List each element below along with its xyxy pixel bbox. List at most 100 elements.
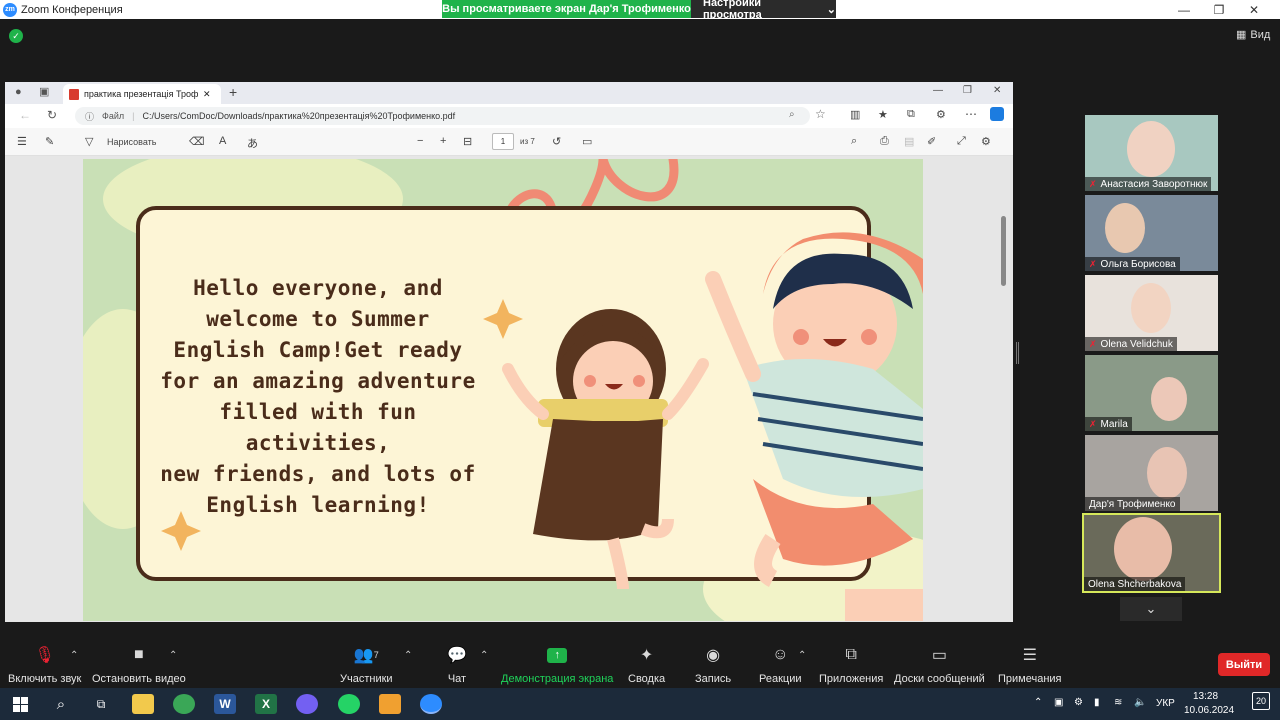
zoom-out-icon[interactable]: − xyxy=(417,135,423,147)
close-tab-icon[interactable]: ✕ xyxy=(203,89,211,100)
settings-icon[interactable]: ⚙ xyxy=(981,135,991,148)
zoom-in-icon[interactable]: + xyxy=(440,135,446,147)
browser-close-icon[interactable]: ✕ xyxy=(993,85,1001,96)
search-icon[interactable]: ⌕ xyxy=(851,135,857,148)
audio-options-caret[interactable]: ⌃ xyxy=(70,650,78,661)
page-number-input[interactable]: 1 xyxy=(492,133,514,150)
profile-icon[interactable]: ● xyxy=(15,86,22,98)
highlight-icon[interactable]: ✎ xyxy=(45,135,54,148)
video-options-caret[interactable]: ⌃ xyxy=(169,650,177,661)
browser-tab[interactable]: практика презентація Трофименко ✕ xyxy=(63,84,221,104)
view-button[interactable]: ▦ Вид xyxy=(1236,28,1270,42)
video-tile[interactable]: ✗ Ольга Борисова xyxy=(1085,195,1218,271)
viber-icon[interactable] xyxy=(296,694,318,714)
chat-button[interactable]: 💬 Чат xyxy=(447,644,467,685)
wifi-icon[interactable]: ≋ xyxy=(1114,697,1122,708)
tray-overflow-icon[interactable]: ⌃ xyxy=(1034,697,1042,708)
video-tile[interactable]: Дар'я Трофименко xyxy=(1085,435,1218,511)
minimize-button[interactable]: — xyxy=(1166,0,1202,19)
browser-minimize-icon[interactable]: — xyxy=(933,85,943,96)
share-screen-button[interactable]: ↑ Демонстрация экрана xyxy=(501,644,613,685)
browser-maximize-icon[interactable]: ❐ xyxy=(963,85,972,96)
task-view-icon[interactable]: ⧉ xyxy=(90,694,112,714)
back-icon[interactable]: ← xyxy=(19,108,31,122)
view-settings-dropdown[interactable]: Настройки просмотра ⌄ xyxy=(691,0,836,21)
participant-video xyxy=(1131,283,1171,333)
video-tile-active-speaker[interactable]: Olena Shcherbakova xyxy=(1082,513,1221,593)
eraser-icon[interactable]: ⌫ xyxy=(189,135,205,148)
copilot-icon[interactable] xyxy=(990,107,1004,121)
language-indicator[interactable]: УКР xyxy=(1156,698,1175,709)
contents-icon[interactable]: ☰ xyxy=(17,135,27,148)
close-button[interactable]: ✕ xyxy=(1236,0,1272,19)
collections-icon[interactable]: ⧉ xyxy=(907,108,915,121)
favorite-star-icon[interactable]: ☆ xyxy=(815,107,826,121)
apps-button[interactable]: ⧉ Приложения xyxy=(819,644,883,685)
draw-icon[interactable]: ▽ xyxy=(85,135,93,148)
apps-label: Приложения xyxy=(819,673,884,685)
whiteboards-button[interactable]: ▭ Доски сообщений xyxy=(894,644,985,685)
draw-label[interactable]: Нарисовать xyxy=(107,137,156,147)
clock-date[interactable]: 10.06.2024 xyxy=(1184,705,1234,716)
start-button-icon[interactable] xyxy=(9,694,31,714)
address-field[interactable]: ⓘ Файл | C:/Users/ComDoc/Downloads/практ… xyxy=(75,107,810,125)
new-tab-icon[interactable]: + xyxy=(229,84,237,100)
reactions-options-caret[interactable]: ⌃ xyxy=(798,650,806,661)
word-icon[interactable]: W xyxy=(214,694,236,714)
video-tile[interactable]: ✗ Анастасия Заворотнюк xyxy=(1085,115,1218,191)
record-button[interactable]: ◉ Запись xyxy=(695,644,731,685)
print-icon[interactable]: ⎙ xyxy=(880,135,889,148)
page-view-icon[interactable]: ▭ xyxy=(582,135,592,148)
zoom-search-icon[interactable]: ⌕ xyxy=(789,109,795,120)
tray-app-icon[interactable]: ⚙ xyxy=(1074,697,1083,708)
search-icon[interactable]: ⌕ xyxy=(50,694,72,714)
rotate-icon[interactable]: ↺ xyxy=(552,135,561,148)
leave-button[interactable]: Выйти xyxy=(1218,653,1270,676)
slide-illustration xyxy=(161,232,923,621)
encryption-shield-icon[interactable]: ✓ xyxy=(9,29,23,43)
chat-bubble-icon: 💬 xyxy=(447,647,467,664)
summary-button[interactable]: ✦ Сводка xyxy=(628,644,665,685)
participants-icon: 👥 7 xyxy=(353,647,379,664)
reload-icon[interactable]: ↻ xyxy=(47,108,57,122)
save-icon[interactable]: ▤ xyxy=(904,135,914,148)
pdf-scrollbar[interactable] xyxy=(1000,216,1008,622)
fit-page-icon[interactable]: ⊟ xyxy=(463,135,472,148)
app-orange-icon[interactable] xyxy=(379,694,401,714)
tray-app-icon[interactable]: ▣ xyxy=(1054,697,1063,708)
read-aloud-icon[interactable]: A xyxy=(219,135,226,147)
excel-icon[interactable]: X xyxy=(255,694,277,714)
reactions-button[interactable]: ☺ Реакции xyxy=(759,644,802,685)
file-explorer-icon[interactable] xyxy=(132,694,154,714)
whatsapp-icon[interactable] xyxy=(338,694,360,714)
video-tile[interactable]: ✗ Olena Velidchuk xyxy=(1085,275,1218,351)
video-tile[interactable]: ✗ Marila xyxy=(1085,355,1218,431)
volume-icon[interactable]: 🔈 xyxy=(1134,697,1146,708)
pdf-slide: Hello everyone, and welcome to Summer En… xyxy=(83,159,923,621)
participants-options-caret[interactable]: ⌃ xyxy=(404,650,412,661)
tab-title: практика презентація Трофименко xyxy=(84,89,198,99)
scrollbar-thumb[interactable] xyxy=(1001,216,1006,286)
clock-time[interactable]: 13:28 xyxy=(1193,691,1218,702)
chat-options-caret[interactable]: ⌃ xyxy=(480,650,488,661)
extensions-icon[interactable]: ⚙ xyxy=(936,108,946,121)
zoom-taskbar-icon[interactable] xyxy=(420,694,442,714)
battery-icon[interactable]: ▮ xyxy=(1094,697,1100,708)
stop-video-label: Остановить видео xyxy=(92,673,186,685)
more-icon[interactable]: ⋯ xyxy=(965,107,977,121)
notifications-icon[interactable]: 20 xyxy=(1252,692,1270,710)
chrome-icon[interactable] xyxy=(173,694,195,714)
participants-button[interactable]: 👥 7 Участники xyxy=(340,644,393,685)
panel-resize-handle[interactable] xyxy=(1016,342,1019,364)
tab-actions-icon[interactable]: ▣ xyxy=(39,85,49,98)
fullscreen-icon[interactable]: ⤢ xyxy=(957,135,966,148)
translate-icon[interactable]: あ xyxy=(247,135,258,151)
notes-button[interactable]: ☰ Примечания xyxy=(998,644,1062,685)
participant-name: Olena Velidchuk xyxy=(1100,338,1173,350)
split-screen-icon[interactable]: ▥ xyxy=(850,108,860,121)
favorites-icon[interactable]: ★ xyxy=(878,108,888,121)
chevron-down-icon[interactable]: ⌄ xyxy=(1120,597,1182,621)
save-as-icon[interactable]: ✐ xyxy=(927,135,936,148)
maximize-button[interactable]: ❐ xyxy=(1201,0,1237,19)
summary-label: Сводка xyxy=(628,673,666,685)
